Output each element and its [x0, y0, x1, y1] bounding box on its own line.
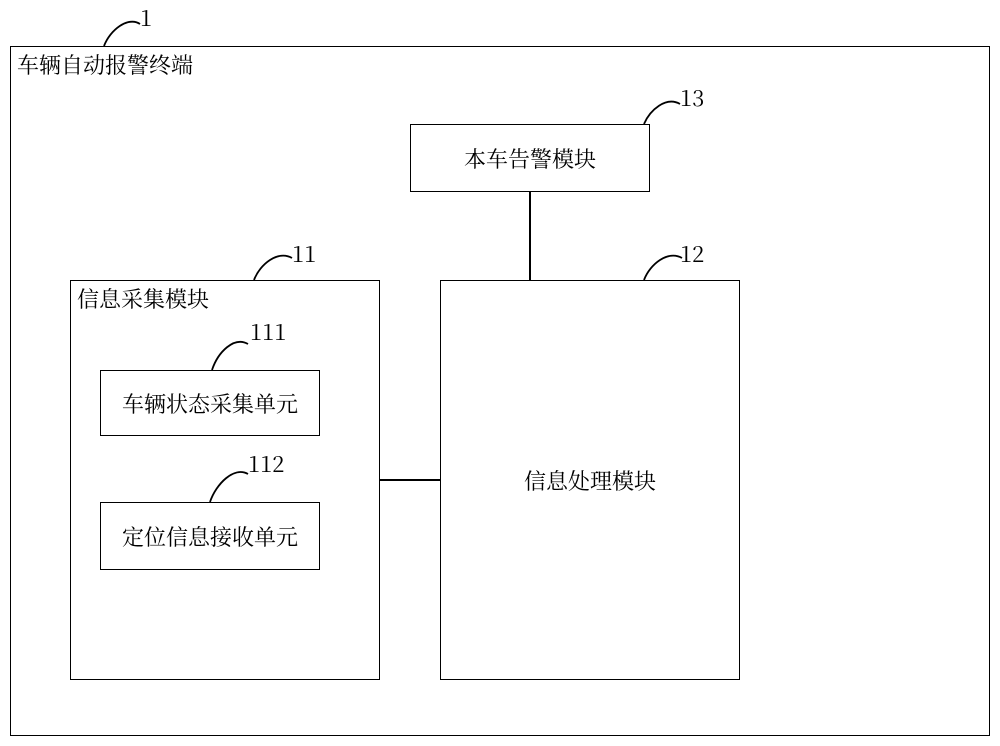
label-collect: 信息采集模块 — [77, 283, 209, 314]
refnum-13: 13 — [680, 82, 704, 113]
refnum-1: 1 — [140, 2, 152, 33]
label-alarm: 本车告警模块 — [411, 125, 649, 191]
block-vstate: 车辆状态采集单元 — [100, 370, 320, 436]
block-alarm: 本车告警模块 — [410, 124, 650, 192]
refnum-111: 111 — [250, 316, 286, 347]
refnum-112: 112 — [248, 448, 284, 479]
block-collect: 信息采集模块 — [70, 280, 380, 680]
label-terminal: 车辆自动报警终端 — [17, 49, 193, 80]
block-proc: 信息处理模块 — [440, 280, 740, 680]
refnum-11: 11 — [292, 238, 316, 269]
connector-13-12 — [529, 192, 531, 280]
connector-11-12 — [380, 479, 440, 481]
diagram-canvas: { "refs": { "outer": "1", "collect": "11… — [0, 0, 1000, 746]
label-vstate: 车辆状态采集单元 — [101, 371, 319, 435]
block-posrx: 定位信息接收单元 — [100, 502, 320, 570]
refnum-12: 12 — [680, 238, 704, 269]
label-posrx: 定位信息接收单元 — [101, 503, 319, 569]
label-proc: 信息处理模块 — [441, 281, 739, 679]
